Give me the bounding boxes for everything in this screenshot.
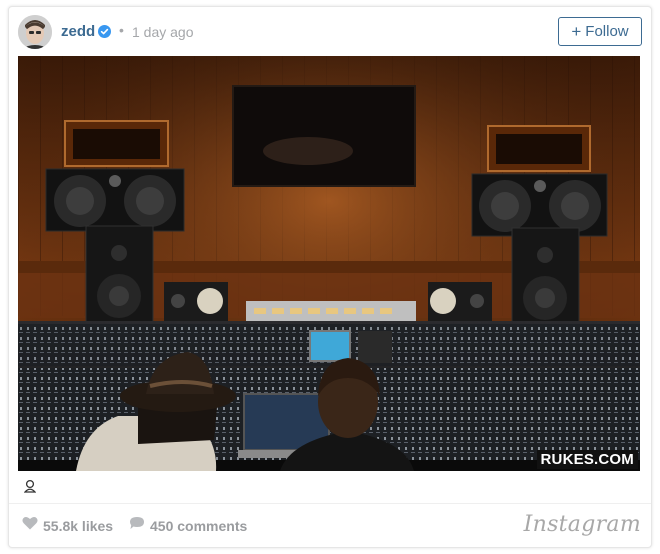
post-header: zedd • 1 day ago + Follow <box>9 7 651 57</box>
post-timestamp[interactable]: 1 day ago <box>132 24 194 40</box>
heart-icon <box>22 516 38 535</box>
verified-badge-icon <box>98 25 111 38</box>
instagram-logo[interactable]: Instagram <box>524 512 641 537</box>
comments-count[interactable]: 450 comments <box>129 516 247 535</box>
follow-label: Follow <box>585 23 629 40</box>
photo-watermark: RUKES.COM <box>536 450 638 469</box>
avatar[interactable] <box>18 15 52 49</box>
likes-count[interactable]: 55.8k likes <box>22 516 113 535</box>
user-tag-icon[interactable] <box>23 479 37 493</box>
plus-icon: + <box>571 22 582 41</box>
separator-dot: • <box>119 22 124 38</box>
post-footer: 55.8k likes 450 comments Instagram <box>9 503 651 549</box>
username[interactable]: zedd <box>61 23 95 40</box>
post-photo[interactable]: RUKES.COM <box>18 56 640 471</box>
comments-label: 450 comments <box>150 517 248 534</box>
follow-button[interactable]: + Follow <box>558 17 642 46</box>
instagram-embed-card: zedd • 1 day ago + Follow RUKES.COM 55.8… <box>8 6 652 548</box>
comment-bubble-icon <box>129 516 145 535</box>
likes-label: 55.8k likes <box>43 517 114 534</box>
